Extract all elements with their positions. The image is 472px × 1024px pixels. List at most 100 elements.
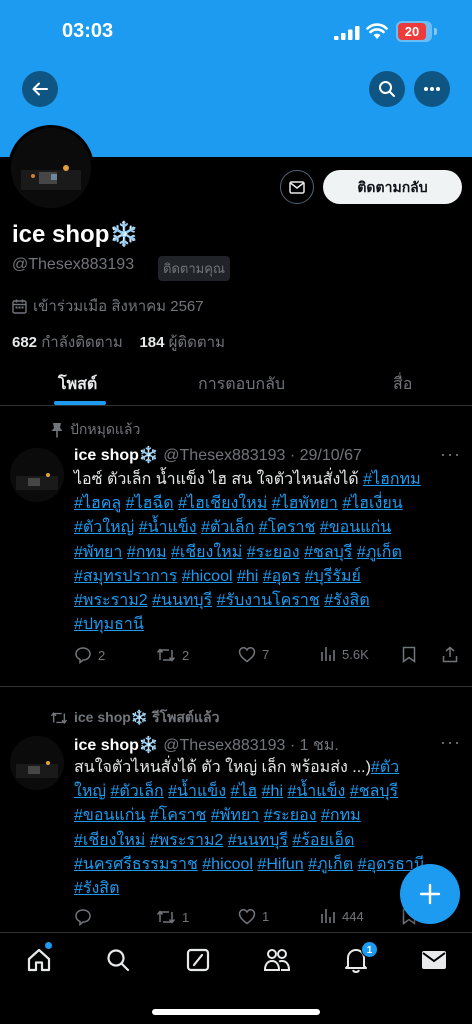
hashtag-link[interactable]: #ปทุมธานี (74, 616, 144, 633)
hashtag-link[interactable]: #โคราช (259, 519, 316, 536)
tweet-text-segment: ไอซ์ ตัวเล็ก น้ำแข็ง ไฮ สน ใจตัวไหนสั่งไ… (74, 471, 364, 488)
reply-button[interactable]: 2 (74, 646, 105, 664)
views-chart-icon (321, 647, 335, 661)
tab-replies[interactable]: การตอบกลับ (198, 372, 285, 397)
hashtag-link[interactable]: #ชลบุรี (350, 783, 398, 800)
repost-button[interactable]: 1 (156, 908, 189, 926)
views-button[interactable]: 444 (320, 908, 364, 924)
tweet-author-name[interactable]: ice shop❄️ (74, 447, 159, 464)
tweet-time: · 1 ชม. (289, 737, 339, 754)
hashtag-link[interactable]: #ขอนแก่น (74, 807, 145, 824)
hashtag-link[interactable]: #ร้อยเอ็ด (292, 832, 354, 849)
hashtag-link[interactable]: #ตัว (371, 759, 399, 776)
hashtag-link[interactable]: #รังสิต (74, 880, 119, 897)
like-count: 7 (262, 647, 270, 662)
more-options-button[interactable] (414, 71, 450, 107)
hashtag-link[interactable]: #กทม (127, 544, 167, 561)
tweet-more-button[interactable]: ··· (440, 732, 461, 753)
status-bar: 03:03 20 (0, 0, 472, 62)
hashtag-link[interactable]: #รับงานโคราช (217, 592, 320, 609)
bookmark-button[interactable] (402, 646, 416, 663)
hashtag-link[interactable]: #ไฮพัทยา (272, 495, 338, 512)
tweet-author-handle: @Thesex883193 (163, 447, 286, 464)
hashtag-link[interactable]: #กทม (321, 807, 361, 824)
compose-post-button[interactable] (400, 864, 460, 924)
nav-search[interactable] (103, 945, 133, 975)
reply-button[interactable] (74, 908, 98, 926)
back-button[interactable] (22, 71, 58, 107)
hashtag-link[interactable]: #ไฮคลู (74, 495, 121, 512)
hashtag-link[interactable]: #พระราม2 (150, 832, 224, 849)
tweet-header: ice shop❄️ @Thesex883193 · 29/10/67 (74, 445, 362, 465)
repost-icon (156, 648, 176, 662)
repost-button[interactable]: 2 (156, 646, 189, 664)
hashtag-link[interactable]: #น้ำแข็ง (168, 783, 226, 800)
message-button[interactable] (280, 170, 314, 204)
hashtag-link[interactable]: #นนทบุรี (228, 832, 288, 849)
followers-link[interactable]: 184 ผู้ติดตาม (139, 334, 225, 351)
share-button[interactable] (442, 646, 458, 663)
tweet-text-line: #พัทยา #กทม #เชียงใหม่ #ระยอง #ชลบุรี #ภ… (74, 541, 466, 565)
like-button[interactable]: 7 (238, 646, 269, 663)
grok-icon (186, 948, 210, 972)
hashtag-link[interactable]: #ตัวเล็ก (110, 783, 163, 800)
follow-back-button[interactable]: ติดตามกลับ (323, 170, 462, 204)
views-button[interactable]: 5.6K (320, 646, 369, 662)
hashtag-link[interactable]: #hi (262, 783, 283, 800)
hashtag-link[interactable]: #นครศรีธรรมราช (74, 856, 198, 873)
tweet-author-name[interactable]: ice shop❄️ (74, 737, 159, 754)
tab-media[interactable]: สื่อ (393, 372, 412, 397)
views-count: 444 (342, 908, 364, 924)
joined-date: เข้าร่วมเมือ สิงหาคม 2567 (12, 294, 204, 318)
hashtag-link[interactable]: #ตัวเล็ก (201, 519, 254, 536)
heart-icon (238, 647, 256, 663)
following-link[interactable]: 682 กำลังติดตาม (12, 334, 123, 351)
hashtag-link[interactable]: #พัทยา (211, 807, 259, 824)
nav-communities[interactable] (262, 945, 292, 975)
tweet-text-line: #ปทุมธานี (74, 613, 466, 637)
hashtag-link[interactable]: #เชียงใหม่ (74, 832, 145, 849)
hashtag-link[interactable]: #รังสิต (324, 592, 369, 609)
hashtag-link[interactable]: #ไฮกทม (363, 471, 421, 488)
tweet-more-button[interactable]: ··· (440, 444, 461, 465)
tab-posts[interactable]: โพสต์ (58, 372, 97, 397)
tweet-actions: 1 1 444 (74, 908, 460, 930)
hashtag-link[interactable]: #ไฮเชียงใหม่ (178, 495, 267, 512)
hashtag-link[interactable]: #พระราม2 (74, 592, 148, 609)
hashtag-link[interactable]: #โคราช (150, 807, 207, 824)
hashtag-link[interactable]: #บุรีรัมย์ (305, 568, 361, 585)
hashtag-link[interactable]: #ระยอง (247, 544, 300, 561)
hashtag-link[interactable]: #น้ำแข็ง (287, 783, 345, 800)
tweet-avatar[interactable] (10, 448, 64, 502)
hashtag-link[interactable]: #ไฮเงี่ยน (342, 495, 402, 512)
tweet-avatar[interactable] (10, 736, 64, 790)
tweet-author-handle: @Thesex883193 (163, 737, 286, 754)
hashtag-link[interactable]: #น้ำแข็ง (139, 519, 197, 536)
hashtag-link[interactable]: #hicool (182, 568, 233, 585)
nav-grok[interactable] (183, 945, 213, 975)
nav-messages[interactable] (419, 945, 449, 975)
hashtag-link[interactable]: #Hifun (257, 856, 303, 873)
hashtag-link[interactable]: #ระยอง (264, 807, 317, 824)
hashtag-link[interactable]: #ภูเก็ต (308, 856, 353, 873)
hashtag-link[interactable]: #เชียงใหม่ (171, 544, 242, 561)
hashtag-link[interactable]: ใหญ่ (74, 783, 106, 800)
followers-count: 184 (139, 334, 165, 351)
nav-home[interactable] (24, 945, 54, 975)
hashtag-link[interactable]: #ไฮฉีด (126, 495, 174, 512)
hashtag-link[interactable]: #สมุทรปราการ (74, 568, 177, 585)
hashtag-link[interactable]: #hicool (202, 856, 253, 873)
hashtag-link[interactable]: #ขอนแก่น (320, 519, 391, 536)
hashtag-link[interactable]: #นนทบุรี (152, 592, 212, 609)
hashtag-link[interactable]: #อุดร (263, 568, 301, 585)
like-button[interactable]: 1 (238, 908, 269, 925)
search-icon (379, 81, 395, 97)
hashtag-link[interactable]: #hi (237, 568, 258, 585)
search-button[interactable] (369, 71, 405, 107)
hashtag-link[interactable]: #ตัวใหญ่ (74, 519, 134, 536)
profile-avatar[interactable] (8, 125, 94, 211)
hashtag-link[interactable]: #ไฮ (230, 783, 257, 800)
hashtag-link[interactable]: #ภูเก็ต (357, 544, 402, 561)
hashtag-link[interactable]: #ชลบุรี (304, 544, 352, 561)
hashtag-link[interactable]: #พัทยา (74, 544, 122, 561)
